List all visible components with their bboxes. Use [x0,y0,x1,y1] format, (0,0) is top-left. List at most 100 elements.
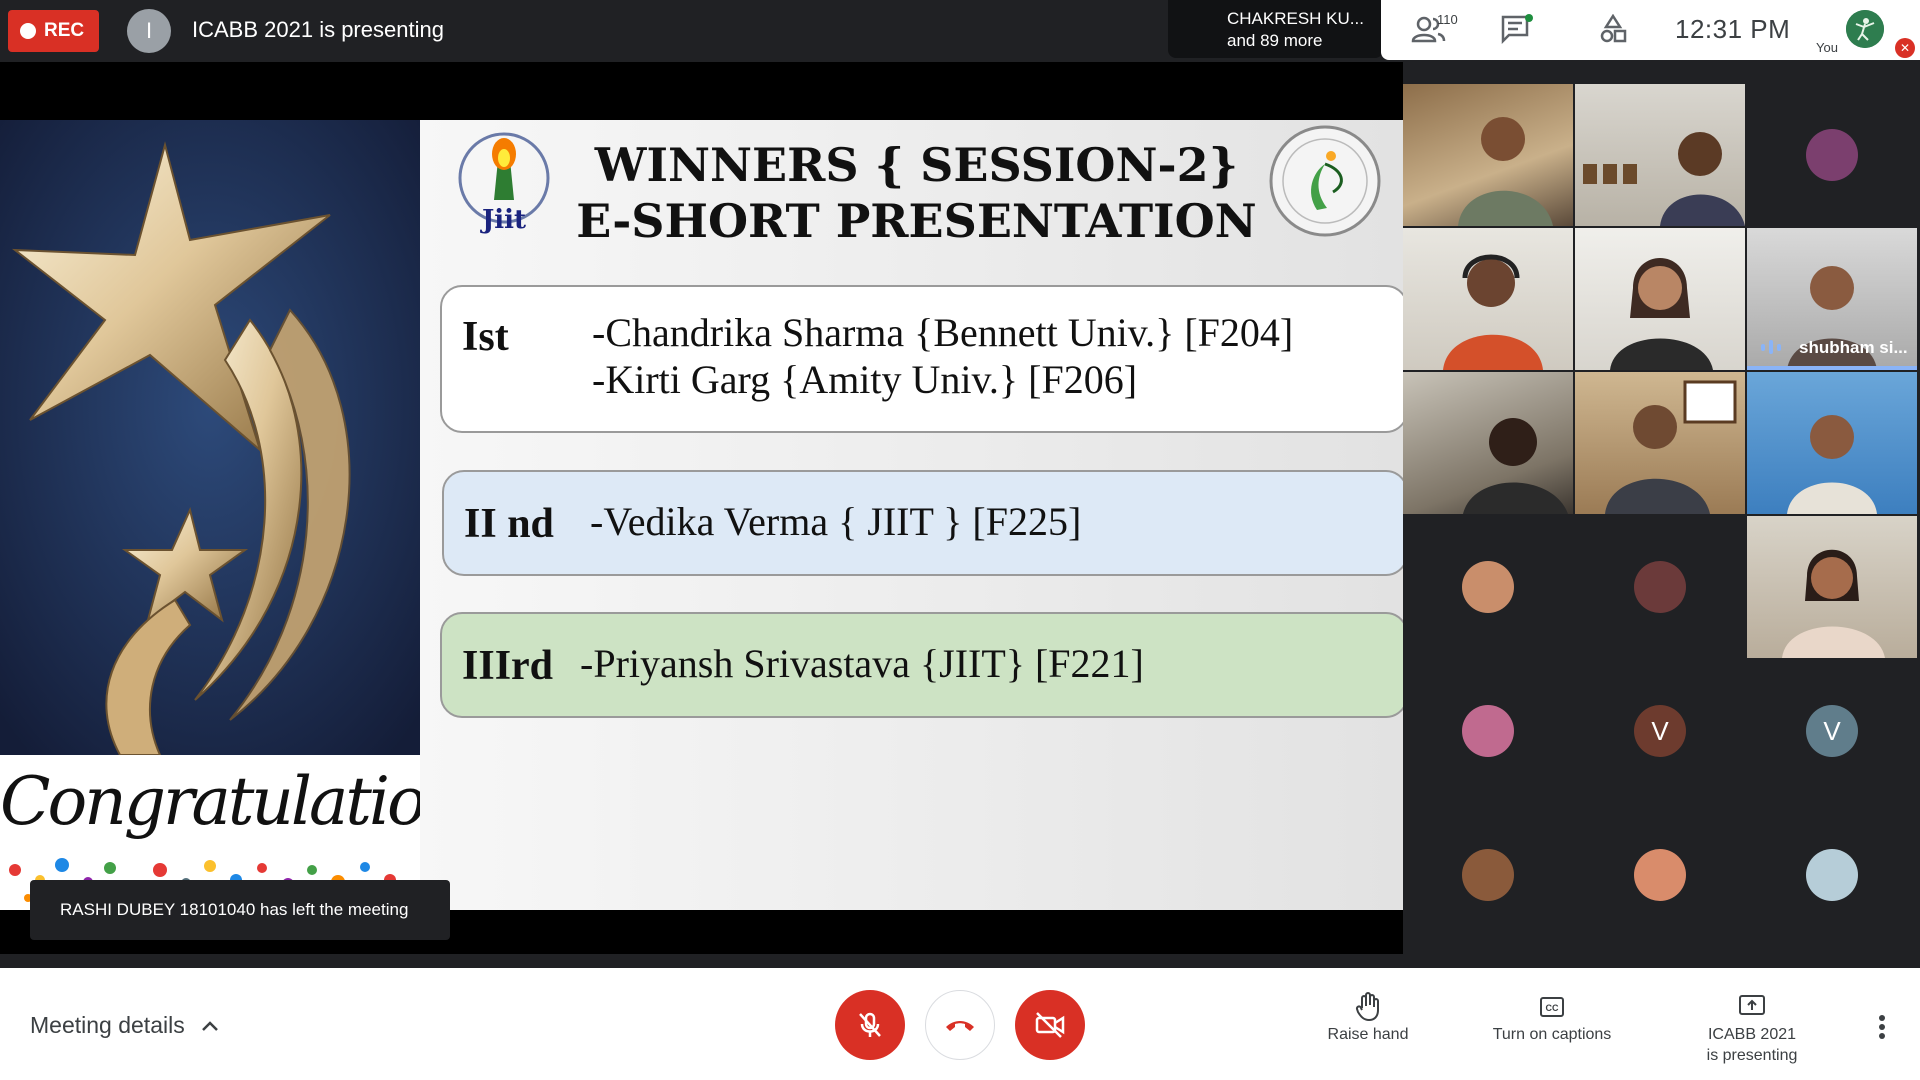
participant-avatar: V [1806,705,1858,757]
hang-up-icon [946,1021,974,1031]
participant-video-person-icon [1443,254,1543,370]
present-screen-icon [1739,995,1765,1015]
participant-tile-speaking[interactable]: shubham si... [1747,228,1917,370]
participant-tile[interactable] [1403,660,1573,802]
self-mic-off-icon: ✕ [1895,38,1915,58]
present-label-line2: is presenting [1706,1047,1798,1064]
self-avatar[interactable] [1846,10,1884,48]
self-avatar-figure-icon [1846,10,1884,48]
activities-icon[interactable] [1595,14,1631,44]
captions-icon: CC [1540,997,1564,1017]
slide-title-line1: WINNERS { SESSION-2} [594,138,1239,192]
more-options-icon[interactable] [1872,1012,1892,1042]
bottom-bar: Meeting details Raise hand CC Turn on ca… [0,968,1920,1080]
participant-avatar [1462,561,1514,613]
participant-video-person-icon [1458,117,1553,226]
participant-avatar [1806,849,1858,901]
presentation-area: Congratulations Jiit WINNERS {SESSION-2… [0,62,1403,954]
captions-label: Turn on captions [1492,1026,1612,1043]
participant-tile[interactable] [1403,228,1573,370]
chevron-up-icon [201,1020,218,1031]
record-dot-icon [20,23,36,39]
winner-name: -Priyansh Srivastava {JIIT} [F221] [580,641,1144,686]
top-bar: REC I ICABB 2021 is presenting CHAKRESH … [0,0,1920,62]
participant-tile[interactable] [1575,516,1745,658]
captions-button[interactable]: CC Turn on captions [1482,992,1622,1044]
participant-avatar: V [1634,705,1686,757]
speaking-highlight [1747,228,1917,370]
participant-tile[interactable]: V [1575,660,1745,802]
active-speaker-name: CHAKRESH KU... [1227,9,1364,28]
participant-video-person-icon [1782,549,1885,658]
slide-title-line2: E-SHORT PRESENTATION [576,194,1257,248]
present-label-line1: ICABB 2021 [1707,1026,1797,1043]
camera-off-icon [1035,1012,1065,1038]
raise-hand-label: Raise hand [1327,1026,1409,1043]
participant-tile[interactable] [1403,372,1573,514]
participant-video-person-icon [1583,132,1745,226]
presenter-status: ICABB 2021 is presenting [192,17,444,42]
svg-text:CC: CC [1546,1003,1559,1013]
participant-tile[interactable] [1575,804,1745,946]
participant-avatar [1462,705,1514,757]
active-speaker-more: and 89 more [1227,31,1323,50]
rank-label-second: II nd [464,501,554,547]
participant-video-person-icon [1463,418,1568,514]
top-controls: 110 12:31 PM You ✕ [1381,0,1920,60]
participant-tile[interactable] [1747,84,1917,226]
winner-name: -Kirti Garg {Amity Univ.} [F206] [592,357,1138,402]
active-speakers: CHAKRESH KU... and 89 more [1168,0,1383,58]
clock: 12:31 PM [1675,14,1791,44]
participant-video-person-icon [1610,258,1713,370]
camera-off-button[interactable] [1015,990,1085,1060]
presentation-slide: Congratulations Jiit WINNERS {SESSION-2… [0,120,1403,910]
participant-avatar [1634,561,1686,613]
winner-first-place: Ist -Chandrika Sharma {Bennett Univ.} [F… [440,285,1403,433]
present-button[interactable]: ICABB 2021 is presenting [1690,992,1814,1065]
participant-video-person-icon [1787,415,1877,514]
rank-label-third: IIIrd [462,643,554,689]
you-label: You [1816,40,1838,55]
participant-tile[interactable] [1575,84,1745,226]
meeting-details-button[interactable]: Meeting details [30,1012,219,1039]
participant-tile[interactable] [1747,372,1917,514]
recording-indicator: REC [8,10,99,52]
meeting-details-label: Meeting details [30,1012,185,1038]
raise-hand-button[interactable]: Raise hand [1318,992,1418,1044]
winner-names-second: -Vedika Verma { JIIT } [F225] [590,498,1081,545]
participant-tile[interactable] [1747,516,1917,658]
left-meeting-notification: RASHI DUBEY 18101040 has left the meetin… [30,880,450,940]
participant-avatar [1806,129,1858,181]
participant-tile[interactable] [1403,84,1573,226]
participant-grid: shubham si... V V [1403,84,1920,948]
presenter-avatar: I [127,9,171,53]
participant-tile[interactable]: V [1747,660,1917,802]
mic-off-button[interactable] [835,990,905,1060]
participant-tile[interactable] [1575,228,1745,370]
participant-avatar [1462,849,1514,901]
stars-trophy-image [0,120,420,755]
chat-icon[interactable] [1499,14,1535,44]
mic-off-icon [859,1012,881,1037]
rank-label-first: Ist [462,314,509,360]
participant-tile[interactable] [1575,372,1745,514]
winner-name: -Chandrika Sharma {Bennett Univ.} [F204] [592,310,1294,355]
winner-names-first: -Chandrika Sharma {Bennett Univ.} [F204]… [592,309,1293,403]
participant-count: 110 [1437,12,1458,27]
participant-tile[interactable] [1403,804,1573,946]
icabb-conference-logo-icon [1269,125,1381,237]
recording-label: REC [44,20,85,41]
gold-stars-illustration [0,120,420,755]
participant-video-person-icon [1605,380,1737,514]
winner-third-place: IIIrd -Priyansh Srivastava {JIIT} [F221] [440,612,1403,718]
participant-tile[interactable] [1747,804,1917,946]
leave-call-button[interactable] [925,990,995,1060]
participant-tile[interactable] [1403,516,1573,658]
winner-second-place: II nd -Vedika Verma { JIIT } [F225] [442,470,1403,576]
winner-names-third: -Priyansh Srivastava {JIIT} [F221] [580,640,1144,687]
hand-icon [1355,992,1379,1022]
slide-content: Jiit WINNERS { SESSION-2} E-SHORT PRESEN… [420,120,1403,910]
winner-name: -Vedika Verma { JIIT } [F225] [590,499,1082,544]
congratulations-text: Congratulations [0,763,497,840]
participant-avatar [1634,849,1686,901]
